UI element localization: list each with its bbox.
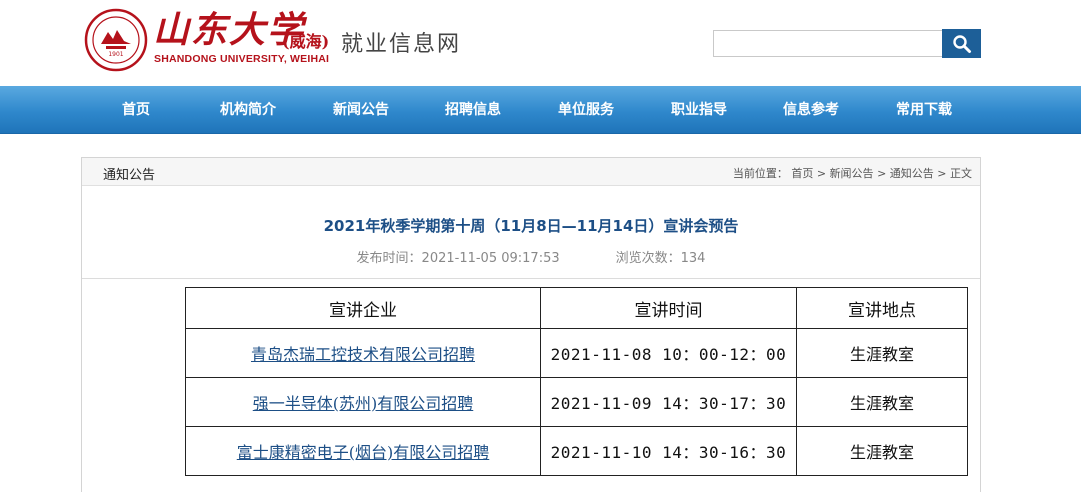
company-link[interactable]: 强一半导体(苏州)有限公司招聘 <box>253 394 474 413</box>
campus-name: (威海) <box>282 32 330 51</box>
table-row: 富士康精密电子(烟台)有限公司招聘 2021-11-10 14：30-16：30… <box>185 426 968 476</box>
article-title: 2021年秋季学期第十周（11月8日—11月14日）宣讲会预告 <box>323 217 739 235</box>
search-icon <box>952 34 971 53</box>
time-cell: 2021-11-10 14：30-16：30 <box>540 426 797 476</box>
nav-item-about[interactable]: 机构简介 <box>192 86 304 134</box>
search-button[interactable] <box>942 29 981 58</box>
nav-item-career[interactable]: 职业指导 <box>643 86 755 134</box>
column-header-time: 宣讲时间 <box>540 287 797 329</box>
breadcrumb-separator: > <box>937 167 950 180</box>
info-session-table: 宣讲企业 宣讲时间 宣讲地点 青岛杰瑞工控技术有限公司招聘 2021-11-08… <box>185 287 968 476</box>
panel-title: 通知公告 <box>103 168 156 183</box>
breadcrumb-separator: > <box>877 167 890 180</box>
column-header-company: 宣讲企业 <box>185 287 541 329</box>
university-seal-logo[interactable]: 1901 <box>84 8 148 72</box>
company-cell: 青岛杰瑞工控技术有限公司招聘 <box>185 328 541 378</box>
breadcrumb-notices[interactable]: 通知公告 <box>890 167 934 180</box>
breadcrumb: 当前位置： 首页 > 新闻公告 > 通知公告 > 正文 <box>733 165 972 181</box>
breadcrumb-current: 正文 <box>950 167 972 180</box>
seal-year: 1901 <box>108 51 123 58</box>
divider <box>82 278 980 279</box>
main-nav: 首页 机构简介 新闻公告 招聘信息 单位服务 职业指导 信息参考 常用下载 <box>0 86 1081 134</box>
site-name: 就业信息网 <box>341 32 462 57</box>
company-link[interactable]: 富士康精密电子(烟台)有限公司招聘 <box>237 443 490 462</box>
breadcrumb-home[interactable]: 首页 <box>791 167 813 180</box>
nav-item-downloads[interactable]: 常用下载 <box>868 86 980 134</box>
university-english-name: SHANDONG UNIVERSITY, WEIHAI <box>154 53 330 65</box>
table-row: 强一半导体(苏州)有限公司招聘 2021-11-09 14：30-17：30 生… <box>185 377 968 427</box>
content-band <box>0 134 1081 154</box>
table-header-row: 宣讲企业 宣讲时间 宣讲地点 <box>185 287 968 329</box>
place-cell: 生涯教室 <box>796 328 968 378</box>
content-panel: 通知公告 当前位置： 首页 > 新闻公告 > 通知公告 > 正文 2021年秋季… <box>81 157 981 492</box>
search-input[interactable] <box>713 30 943 57</box>
view-count: 浏览次数：134 <box>615 251 706 266</box>
place-cell: 生涯教室 <box>796 377 968 427</box>
nav-item-home[interactable]: 首页 <box>80 86 192 134</box>
nav-item-employers[interactable]: 单位服务 <box>530 86 642 134</box>
table-row: 青岛杰瑞工控技术有限公司招聘 2021-11-08 10：00-12：00 生涯… <box>185 328 968 378</box>
panel-header: 通知公告 当前位置： 首页 > 新闻公告 > 通知公告 > 正文 <box>82 158 980 186</box>
breadcrumb-separator: > <box>816 167 830 180</box>
site-header: 1901 山东大学 (威海) SHANDONG UNIVERSITY, WEIH… <box>0 0 1081 86</box>
place-cell: 生涯教室 <box>796 426 968 476</box>
company-cell: 富士康精密电子(烟台)有限公司招聘 <box>185 426 541 476</box>
article-meta: 发布时间：2021-11-05 09:17:53 浏览次数：134 <box>82 247 980 266</box>
company-cell: 强一半导体(苏州)有限公司招聘 <box>185 377 541 427</box>
column-header-place: 宣讲地点 <box>796 287 968 329</box>
breadcrumb-news[interactable]: 新闻公告 <box>830 167 874 180</box>
nav-item-news[interactable]: 新闻公告 <box>305 86 417 134</box>
nav-item-info[interactable]: 信息参考 <box>755 86 867 134</box>
company-link[interactable]: 青岛杰瑞工控技术有限公司招聘 <box>251 345 475 364</box>
nav-item-jobs[interactable]: 招聘信息 <box>417 86 529 134</box>
time-cell: 2021-11-09 14：30-17：30 <box>540 377 797 427</box>
publish-time: 发布时间：2021-11-05 09:17:53 <box>356 251 560 266</box>
time-cell: 2021-11-08 10：00-12：00 <box>540 328 797 378</box>
breadcrumb-prefix: 当前位置： <box>732 167 788 180</box>
